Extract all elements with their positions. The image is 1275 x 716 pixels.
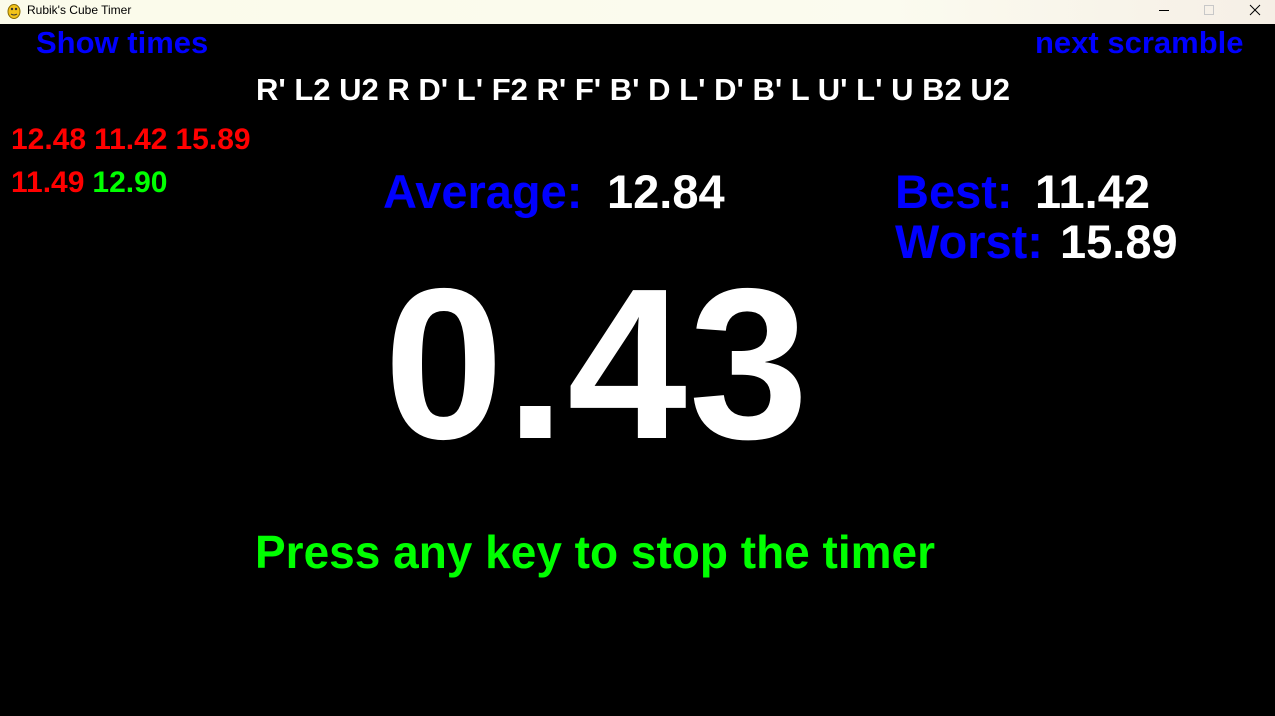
timer-display: 0.43 [384, 243, 811, 484]
time-entry: 12.48 [11, 123, 87, 156]
scramble-text: R' L2 U2 R D' L' F2 R' F' B' D L' D' B' … [256, 72, 1010, 107]
show-times-button[interactable]: Show times [36, 27, 208, 58]
window-title: Rubik's Cube Timer [27, 3, 132, 17]
maximize-button[interactable] [1186, 0, 1232, 24]
time-entry: 12.90 [92, 166, 168, 199]
time-entry: 11.42 [94, 123, 168, 156]
best-value: 11.42 [1035, 165, 1151, 218]
recent-times-list: 12.48 11.42 15.89 11.49 12.90 [11, 118, 291, 204]
average-label: Average: [383, 165, 583, 218]
worst-label: Worst: [895, 215, 1043, 268]
time-entry: 15.89 [175, 123, 251, 156]
stop-timer-prompt: Press any key to stop the timer [255, 526, 936, 578]
worst-value: 15.89 [1060, 215, 1178, 268]
average-value: 12.84 [607, 165, 725, 218]
window-titlebar: Rubik's Cube Timer [0, 0, 1275, 24]
time-entry: 11.49 [11, 166, 85, 199]
close-icon [1249, 3, 1261, 21]
minimize-button[interactable] [1141, 0, 1187, 24]
maximize-icon [1203, 3, 1215, 21]
best-label: Best: [895, 165, 1013, 218]
next-scramble-button[interactable]: next scramble [1035, 27, 1244, 58]
python-icon [6, 3, 22, 20]
close-button[interactable] [1232, 0, 1275, 24]
app-canvas: Show times next scramble R' L2 U2 R D' L… [0, 24, 1275, 716]
minimize-icon [1158, 3, 1170, 21]
